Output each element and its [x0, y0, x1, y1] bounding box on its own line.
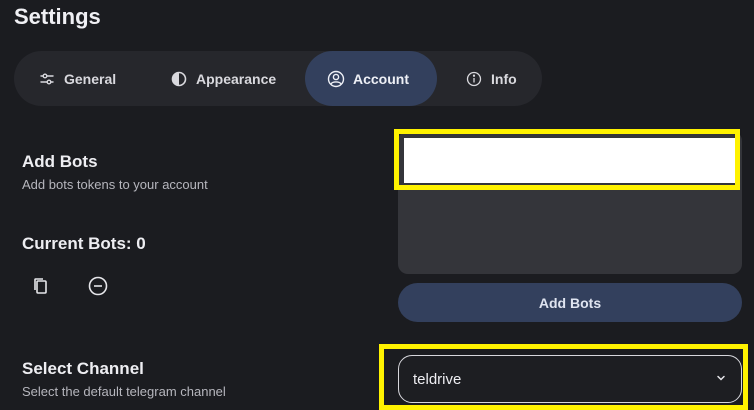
channel-select-value: teldrive — [413, 370, 462, 388]
tab-info-label: Info — [491, 70, 517, 87]
tab-account[interactable]: Account — [305, 51, 437, 106]
page-title: Settings — [14, 4, 101, 29]
contrast-icon — [170, 70, 188, 88]
select-channel-title: Select Channel — [22, 359, 144, 378]
tab-account-label: Account — [353, 70, 409, 87]
bot-token-input[interactable] — [404, 138, 735, 183]
tab-general-label: General — [64, 70, 117, 87]
copy-icon[interactable] — [29, 274, 53, 298]
tab-appearance-label: Appearance — [196, 70, 277, 87]
channel-select[interactable]: teldrive — [398, 355, 742, 403]
settings-tabs: General Appearance Account Info — [14, 51, 542, 106]
select-channel-subtitle: Select the default telegram channel — [22, 384, 226, 399]
user-circle-icon — [327, 70, 345, 88]
sliders-icon — [38, 70, 56, 88]
add-bots-button[interactable]: Add Bots — [398, 283, 742, 322]
tab-info[interactable]: Info — [437, 51, 537, 106]
add-bots-subtitle: Add bots tokens to your account — [22, 177, 208, 192]
tab-appearance[interactable]: Appearance — [142, 51, 305, 106]
settings-page: Settings General Appearance Account Info… — [0, 0, 754, 410]
remove-circle-icon[interactable] — [86, 274, 110, 298]
add-bots-title: Add Bots — [22, 152, 98, 171]
tab-general[interactable]: General — [14, 51, 142, 106]
info-icon — [465, 70, 483, 88]
current-bots-title: Current Bots: 0 — [22, 234, 146, 253]
chevron-down-icon — [715, 371, 727, 388]
